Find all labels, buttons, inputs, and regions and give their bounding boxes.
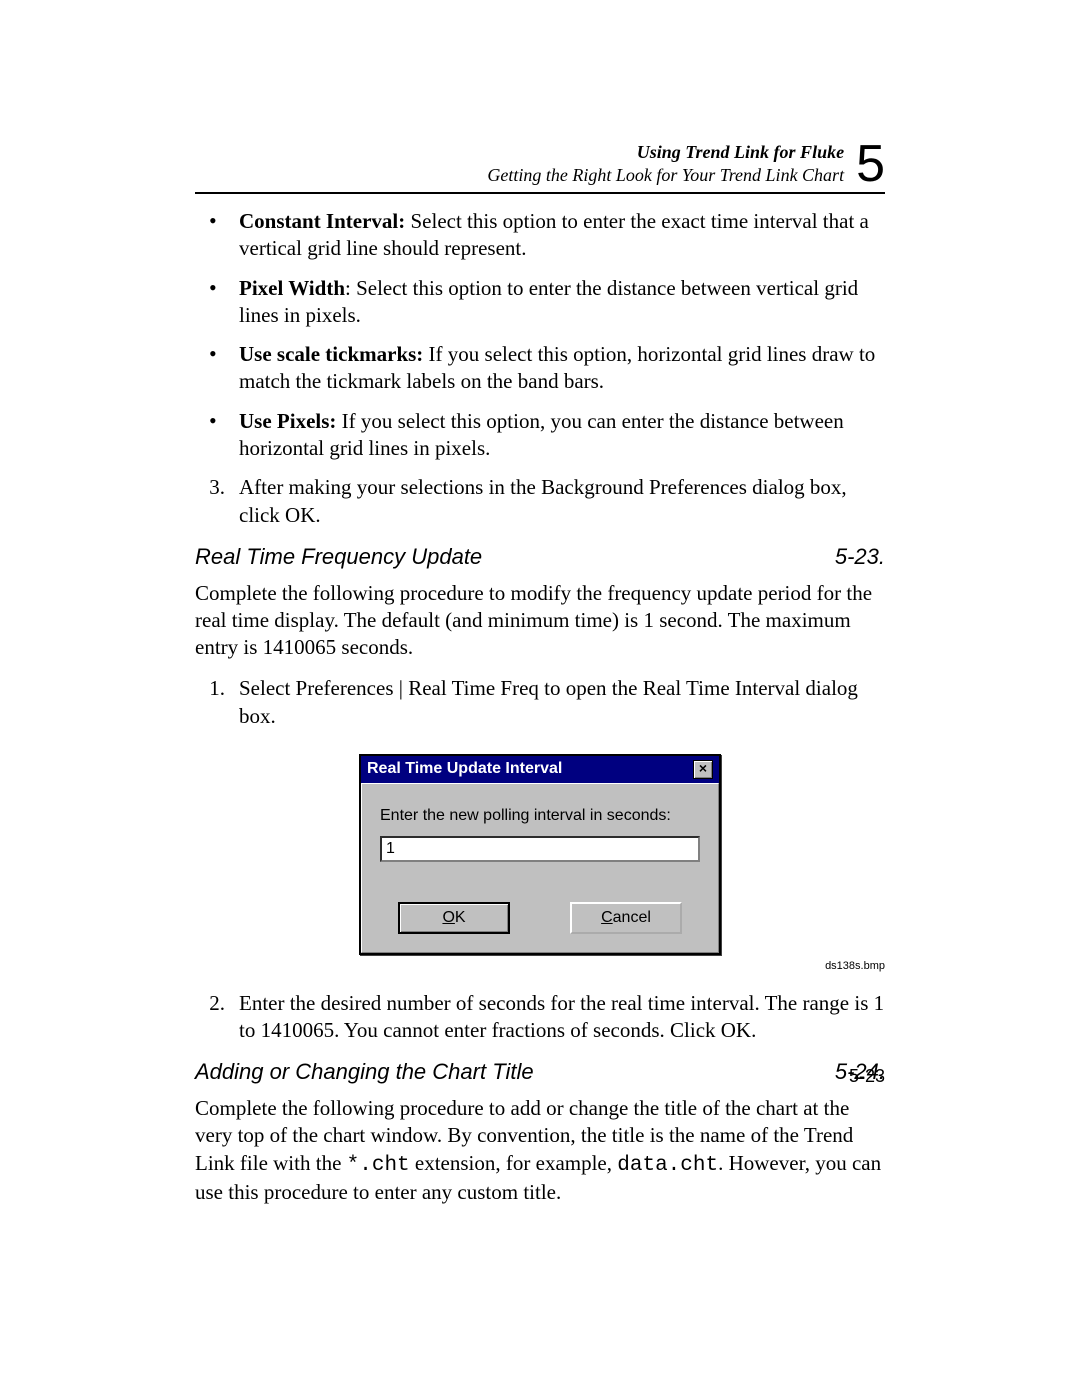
- bullet-bold: Pixel Width: [239, 276, 345, 300]
- bullet-bold: Use Pixels:: [239, 409, 336, 433]
- section-heading: Adding or Changing the Chart Title 5-24.: [195, 1058, 885, 1087]
- dialog-body: Enter the new polling interval in second…: [361, 783, 719, 954]
- step-text: After making your selections in the Back…: [239, 475, 847, 526]
- real-time-interval-dialog: Real Time Update Interval × Enter the ne…: [359, 754, 721, 955]
- page-number: 5-23: [849, 1066, 885, 1087]
- dialog-title: Real Time Update Interval: [367, 759, 562, 780]
- figure-caption: ds138s.bmp: [195, 959, 885, 973]
- header-text: Using Trend Link for Fluke Getting the R…: [487, 141, 844, 190]
- document-page: Using Trend Link for Fluke Getting the R…: [0, 0, 1080, 1397]
- bullet-bold: Constant Interval:: [239, 209, 405, 233]
- ok-button[interactable]: OK: [398, 902, 510, 935]
- dialog-figure: Real Time Update Interval × Enter the ne…: [195, 754, 885, 955]
- step-item: 1. Select Preferences | Real Time Freq t…: [195, 675, 885, 730]
- section-paragraph: Complete the following procedure to modi…: [195, 580, 885, 662]
- code-text: *.cht: [347, 1154, 410, 1177]
- section-title: Real Time Frequency Update: [195, 543, 482, 572]
- section-number: 5-23.: [835, 543, 885, 572]
- step-item: 3. After making your selections in the Ba…: [195, 474, 885, 529]
- page-header: Using Trend Link for Fluke Getting the R…: [195, 138, 885, 194]
- code-text: data.cht: [617, 1154, 718, 1177]
- polling-interval-input[interactable]: [380, 836, 700, 862]
- section-paragraph: Complete the following procedure to add …: [195, 1095, 885, 1206]
- list-item: Use scale tickmarks: If you select this …: [195, 341, 885, 396]
- header-line2: Getting the Right Look for Your Trend Li…: [487, 164, 844, 187]
- step-item: 2. Enter the desired number of seconds fo…: [195, 990, 885, 1045]
- dialog-titlebar: Real Time Update Interval ×: [361, 756, 719, 783]
- procedure-steps: 3. After making your selections in the Ba…: [195, 474, 885, 529]
- step-number: 1.: [195, 675, 225, 702]
- list-item: Constant Interval: Select this option to…: [195, 208, 885, 263]
- bullet-bold: Use scale tickmarks:: [239, 342, 423, 366]
- step-number: 2.: [195, 990, 225, 1017]
- step-number: 3.: [195, 474, 225, 501]
- procedure-steps: 1. Select Preferences | Real Time Freq t…: [195, 675, 885, 730]
- list-item: Use Pixels: If you select this option, y…: [195, 408, 885, 463]
- section-heading: Real Time Frequency Update 5-23.: [195, 543, 885, 572]
- dialog-button-row: OK Cancel: [380, 902, 700, 935]
- body-text: Constant Interval: Select this option to…: [195, 208, 885, 1206]
- option-bullet-list: Constant Interval: Select this option to…: [195, 208, 885, 462]
- close-icon[interactable]: ×: [693, 760, 713, 779]
- dialog-label: Enter the new polling interval in second…: [380, 806, 700, 827]
- cancel-button[interactable]: Cancel: [570, 902, 682, 935]
- chapter-number: 5: [856, 138, 885, 190]
- section-title: Adding or Changing the Chart Title: [195, 1058, 534, 1087]
- step-text: Enter the desired number of seconds for …: [239, 991, 884, 1042]
- step-text: Select Preferences | Real Time Freq to o…: [239, 676, 858, 727]
- list-item: Pixel Width: Select this option to enter…: [195, 275, 885, 330]
- header-line1: Using Trend Link for Fluke: [487, 141, 844, 164]
- procedure-steps: 2. Enter the desired number of seconds fo…: [195, 990, 885, 1045]
